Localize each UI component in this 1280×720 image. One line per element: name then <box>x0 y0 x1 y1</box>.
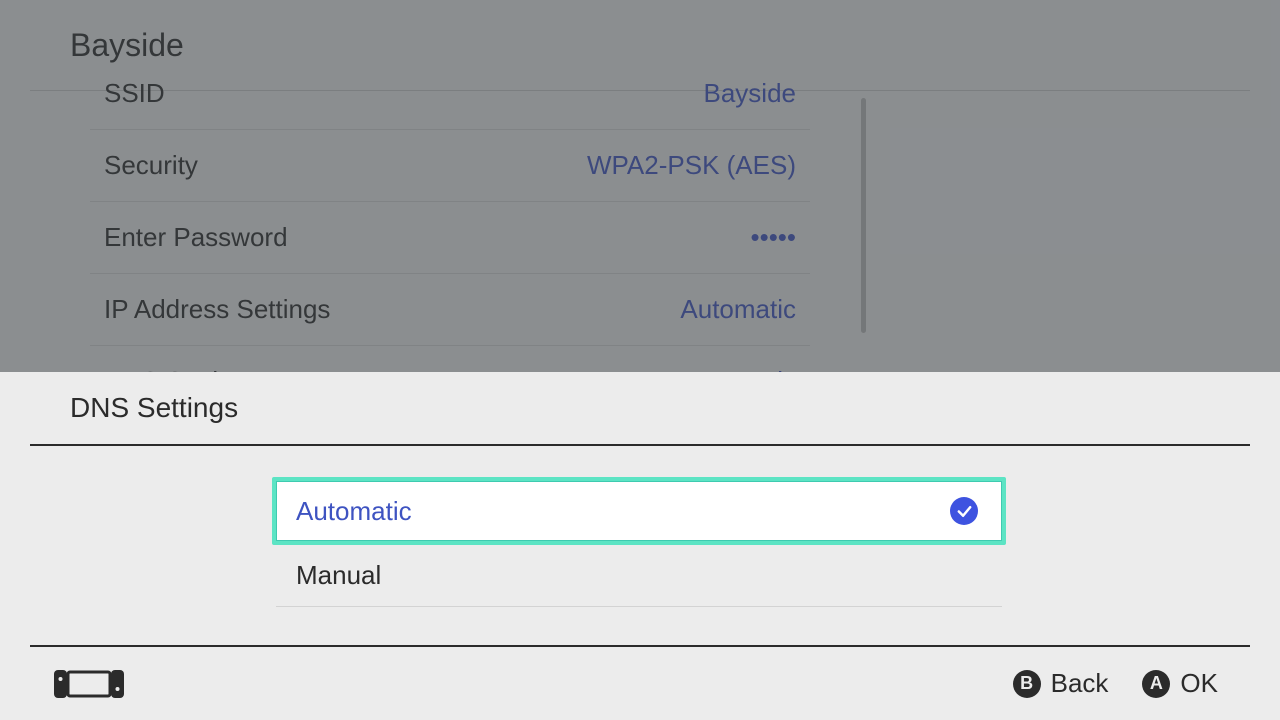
dns-options-list: Automatic Manual <box>276 480 1002 607</box>
back-button[interactable]: B Back <box>1013 668 1109 699</box>
dns-option-automatic[interactable]: Automatic <box>272 477 1006 545</box>
dialog-title: DNS Settings <box>70 392 238 424</box>
dns-settings-dialog: DNS Settings Automatic Manual B <box>0 372 1280 720</box>
controller-icon <box>54 668 124 700</box>
ok-button[interactable]: A OK <box>1142 668 1218 699</box>
option-label: Manual <box>296 560 381 591</box>
dns-option-manual[interactable]: Manual <box>276 545 1002 607</box>
a-button-icon: A <box>1142 670 1170 698</box>
footer-bar: B Back A OK <box>0 647 1280 720</box>
option-label: Automatic <box>296 496 412 527</box>
button-label: OK <box>1180 668 1218 699</box>
b-button-icon: B <box>1013 670 1041 698</box>
dialog-divider <box>30 444 1250 446</box>
button-label: Back <box>1051 668 1109 699</box>
check-icon <box>950 497 978 525</box>
